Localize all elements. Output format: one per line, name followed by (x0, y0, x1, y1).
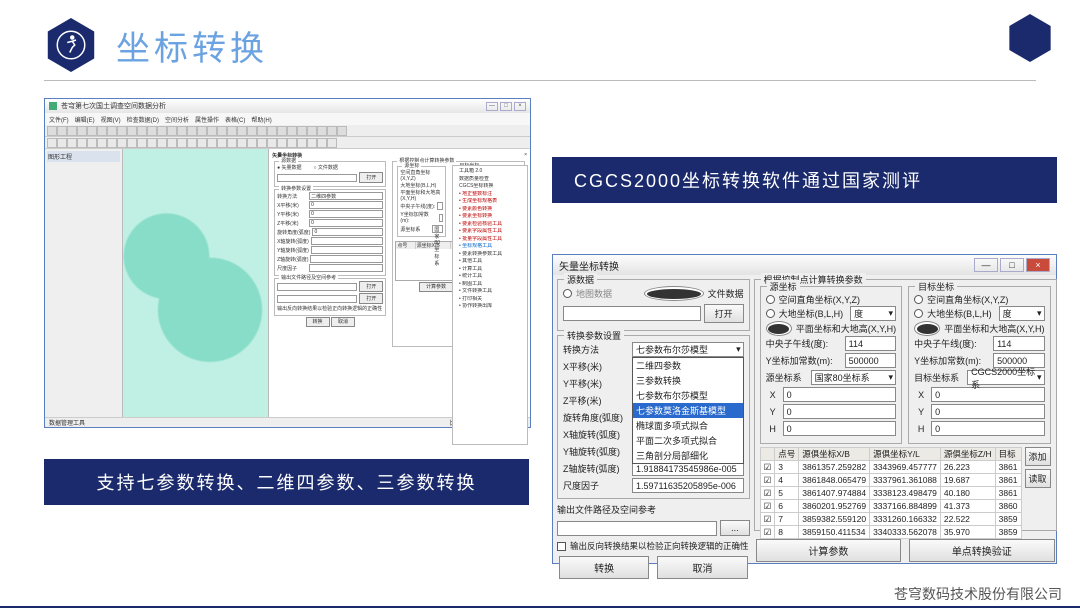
logo-hex (44, 18, 98, 72)
reverse-check[interactable] (557, 542, 566, 551)
verify-button[interactable]: 单点转换验证 (909, 539, 1054, 562)
cancel-button[interactable]: 取消 (331, 317, 355, 327)
toolbar-row1[interactable] (45, 125, 530, 137)
group-control: 根据控制点计算转换参数 源坐标 空间直角坐标(X,Y,Z) 大地坐标(B,L,H… (754, 279, 1057, 531)
footer-company: 苍穹数码技术股份有限公司 (894, 584, 1062, 604)
output-label: 输出文件路径及空间参考 (557, 503, 656, 516)
open-button[interactable]: 打开 (704, 304, 744, 323)
maximize-button[interactable]: □ (1000, 258, 1024, 272)
tgt-sys-select[interactable]: CGCS2000坐标系 (967, 370, 1044, 385)
menu-item[interactable]: 表格(C) (225, 115, 245, 124)
open-button[interactable]: 打开 (359, 172, 383, 183)
menu-item[interactable]: 检查数据(D) (127, 115, 159, 124)
scale-input[interactable]: 1.59711635205895e-006 (632, 478, 744, 493)
divider (44, 80, 1036, 81)
minimize-button[interactable]: — (486, 102, 498, 111)
output-path-input[interactable] (557, 521, 717, 536)
add-button[interactable]: 添加 (1025, 447, 1051, 466)
minimize-button[interactable]: — (974, 258, 998, 272)
window-title: 矢量坐标转换 (559, 258, 619, 273)
toolbox-tree[interactable]: 工具箱 2.0数据质量检查CGCS坐标转换• 地正整数标注• 生成坐标规格表• … (452, 165, 528, 445)
group-source: 源数据 地图数据 文件数据 打开 (557, 279, 750, 331)
dialog-vector-transform-small: 矢量坐标转换× 源数据 ● 矢量数据○ 文件数据 打开 转换参数设置 转换方法二… (268, 149, 530, 417)
panel-header: 图形工程 (47, 151, 120, 162)
toolbar-row2[interactable] (45, 137, 530, 149)
window-titlebar: 苍穹第七次国土调查空间数据分析 — □ × (45, 99, 530, 113)
convert-button[interactable]: 转换 (559, 556, 649, 579)
panel-layers[interactable]: 图形工程 (45, 149, 123, 417)
browse-button[interactable]: ... (720, 520, 750, 536)
map-canvas[interactable] (123, 149, 269, 417)
menu-item[interactable]: 视图(V) (101, 115, 121, 124)
src-sys-select[interactable]: 国家80坐标系 (811, 370, 896, 385)
screenshot-gis-app: 苍穹第七次国土调查空间数据分析 — □ × 文件(F) 编辑(E) 视图(V) … (44, 98, 531, 428)
window-title: 苍穹第七次国土调查空间数据分析 (61, 101, 166, 111)
tgt-opt3[interactable] (914, 321, 940, 336)
method-dropdown[interactable]: 二维四参数三参数转换七参数布尔莎模型七参数莫洛金斯基模型椭球面多项式拟合平面二次… (632, 357, 744, 464)
close-button[interactable]: × (1026, 258, 1050, 272)
read-button[interactable]: 读取 (1025, 469, 1051, 488)
tgt-opt2[interactable] (914, 309, 923, 318)
menu-item[interactable]: 空间分析 (165, 115, 189, 124)
screenshot-dialog-large: 矢量坐标转换 — □ × 源数据 地图数据 文件数据 打开 转换参数设置 转换方… (552, 254, 1057, 564)
convert-button[interactable]: 转换 (306, 317, 330, 327)
banner-top: CGCS2000坐标转换软件通过国家测评 (552, 157, 1057, 203)
group-params: 转换参数设置 转换方法 七参数布尔莎模型 二维四参数三参数转换七参数布尔莎模型七… (557, 335, 750, 499)
close-button[interactable]: × (514, 102, 526, 111)
src-opt3[interactable] (766, 321, 792, 336)
menu-item[interactable]: 帮助(H) (251, 115, 271, 124)
points-table[interactable]: 点号源俱坐标X/B源俱坐标Y/L源俱坐标Z/H目标 ☑33861357.2592… (760, 447, 1022, 539)
menu-item[interactable]: 编辑(E) (75, 115, 95, 124)
menu-item[interactable]: 属性操作 (195, 115, 219, 124)
close-icon[interactable]: × (524, 152, 527, 159)
radio-mapdata[interactable] (563, 289, 572, 298)
tgt-opt1[interactable] (914, 295, 923, 304)
page-title: 坐标转换 (116, 21, 268, 70)
menu-item[interactable]: 文件(F) (49, 115, 69, 124)
source-path-input[interactable] (563, 306, 701, 321)
banner-bottom: 支持七参数转换、二维四参数、三参数转换 (44, 459, 529, 505)
menubar[interactable]: 文件(F) 编辑(E) 视图(V) 检查数据(D) 空间分析 属性操作 表格(C… (45, 113, 530, 125)
maximize-button[interactable]: □ (500, 102, 512, 111)
src-opt1[interactable] (766, 295, 775, 304)
method-select[interactable]: 七参数布尔莎模型 二维四参数三参数转换七参数布尔莎模型七参数莫洛金斯基模型椭球面… (632, 342, 744, 357)
runner-icon (56, 30, 86, 60)
calc-button[interactable]: 计算参数 (756, 539, 901, 562)
calc-button[interactable]: 计算参数 (419, 282, 453, 292)
app-icon (49, 102, 57, 110)
radio-filedata[interactable] (644, 286, 704, 301)
src-opt2[interactable] (766, 309, 775, 318)
window-titlebar: 矢量坐标转换 — □ × (553, 255, 1056, 275)
cancel-button[interactable]: 取消 (657, 556, 747, 579)
